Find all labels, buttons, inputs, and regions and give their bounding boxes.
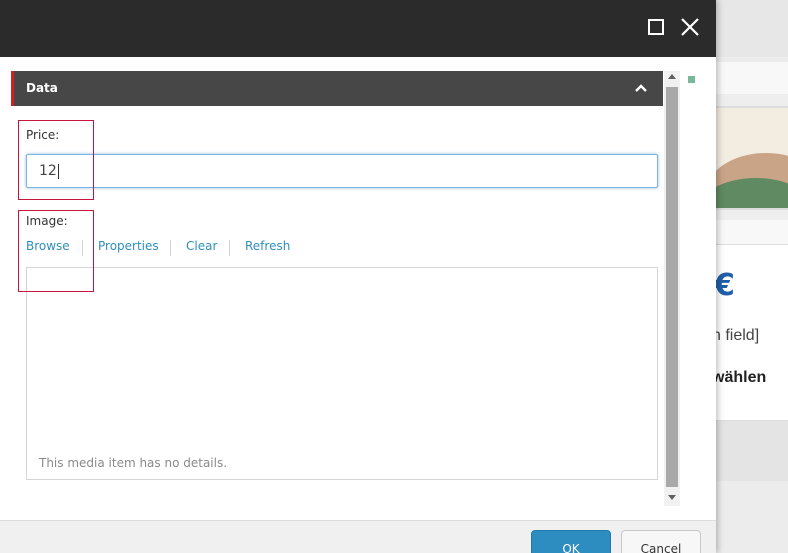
section-title: Data <box>26 81 58 95</box>
background-product-image <box>716 94 788 248</box>
close-icon <box>681 18 699 36</box>
dialog-content: Data Price: 12 Image: Browse Properties … <box>0 57 716 520</box>
background-select-text: wählen <box>716 369 767 386</box>
status-indicator-icon <box>688 76 695 83</box>
maximize-button[interactable] <box>643 15 667 39</box>
properties-link[interactable]: Properties <box>98 239 159 253</box>
price-input[interactable]: 12 <box>26 154 658 188</box>
background-field-text: n field] <box>716 327 760 344</box>
media-details-note: This media item has no details. <box>39 456 228 470</box>
separator <box>229 240 230 256</box>
scrollbar-thumb[interactable] <box>666 87 678 487</box>
refresh-link[interactable]: Refresh <box>245 239 290 253</box>
maximize-icon <box>648 19 664 35</box>
scroll-up-icon[interactable] <box>668 74 676 79</box>
text-caret <box>57 163 59 179</box>
edit-dialog: Data Price: 12 Image: Browse Properties … <box>0 0 716 553</box>
cancel-button[interactable]: Cancel <box>621 530 701 553</box>
dialog-titlebar <box>0 0 716 57</box>
image-label: Image: <box>26 214 68 228</box>
ok-button[interactable]: OK <box>531 530 611 553</box>
separator <box>82 240 83 256</box>
background-product-card <box>716 62 788 248</box>
separator <box>170 240 171 256</box>
dialog-footer: OK Cancel <box>0 520 716 553</box>
price-value: 12 <box>39 163 57 179</box>
vertical-scrollbar[interactable] <box>664 71 680 506</box>
background-page: € n field] wählen <box>716 0 788 553</box>
scroll-down-icon[interactable] <box>668 495 676 500</box>
price-label: Price: <box>26 128 60 142</box>
browse-link[interactable]: Browse <box>26 239 70 253</box>
background-topbar <box>716 0 788 57</box>
data-section-header[interactable]: Data <box>11 71 663 106</box>
currency-symbol: € <box>716 268 735 303</box>
clear-link[interactable]: Clear <box>186 239 217 253</box>
chevron-up-icon[interactable] <box>634 81 648 95</box>
background-footer-area <box>716 420 788 481</box>
landscape-image <box>716 108 788 248</box>
image-preview-area: This media item has no details. <box>26 301 658 480</box>
image-path-box[interactable] <box>26 267 658 302</box>
close-button[interactable] <box>678 15 702 39</box>
